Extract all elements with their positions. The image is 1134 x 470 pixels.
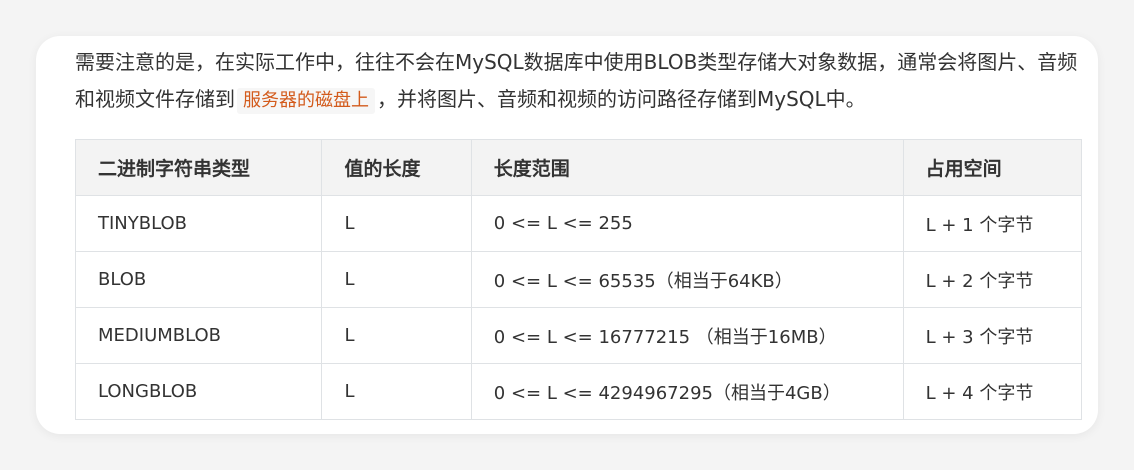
cell-type: LONGBLOB: [74, 363, 323, 420]
content-card: 需要注意的是，在实际工作中，往往不会在MySQL数据库中使用BLOB类型存储大对…: [36, 36, 1098, 434]
cell-value-length: L: [321, 363, 472, 420]
cell-storage: L + 3 个字节: [902, 307, 1083, 364]
cell-value-length: L: [321, 195, 472, 252]
header-value-length: 值的长度: [321, 139, 472, 196]
cell-storage: L + 1 个字节: [902, 195, 1083, 252]
table-header-row: 二进制字符串类型 值的长度 长度范围 占用空间: [74, 139, 1083, 196]
header-type: 二进制字符串类型: [74, 139, 323, 196]
table-row: MEDIUMBLOB L 0 <= L <= 16777215 （相当于16MB…: [74, 307, 1083, 364]
cell-storage: L + 4 个字节: [902, 363, 1083, 420]
header-storage: 占用空间: [902, 139, 1083, 196]
cell-length-range: 0 <= L <= 4294967295（相当于4GB）: [470, 363, 904, 420]
note-text-after: ，并将图片、音频和视频的访问路径存储到MySQL中。: [377, 87, 866, 111]
header-length-range: 长度范围: [470, 139, 904, 196]
cell-value-length: L: [321, 251, 472, 308]
blob-types-table: 二进制字符串类型 值的长度 长度范围 占用空间 TINYBLOB L 0 <= …: [74, 139, 1083, 420]
table-row: BLOB L 0 <= L <= 65535（相当于64KB） L + 2 个字…: [74, 251, 1083, 308]
page: { "note": { "text_before": "需要注意的是，在实际工作…: [0, 0, 1134, 470]
cell-length-range: 0 <= L <= 16777215 （相当于16MB）: [470, 307, 904, 364]
cell-type: MEDIUMBLOB: [74, 307, 323, 364]
cell-length-range: 0 <= L <= 65535（相当于64KB）: [470, 251, 904, 308]
cell-storage: L + 2 个字节: [902, 251, 1083, 308]
cell-length-range: 0 <= L <= 255: [470, 195, 904, 252]
table-row: LONGBLOB L 0 <= L <= 4294967295（相当于4GB） …: [74, 363, 1083, 420]
cell-type: BLOB: [74, 251, 323, 308]
cell-type: TINYBLOB: [74, 195, 323, 252]
table-row: TINYBLOB L 0 <= L <= 255 L + 1 个字节: [74, 195, 1083, 252]
note-paragraph: 需要注意的是，在实际工作中，往往不会在MySQL数据库中使用BLOB类型存储大对…: [75, 44, 1087, 118]
inline-code-highlight: 服务器的磁盘上: [237, 88, 375, 114]
cell-value-length: L: [321, 307, 472, 364]
